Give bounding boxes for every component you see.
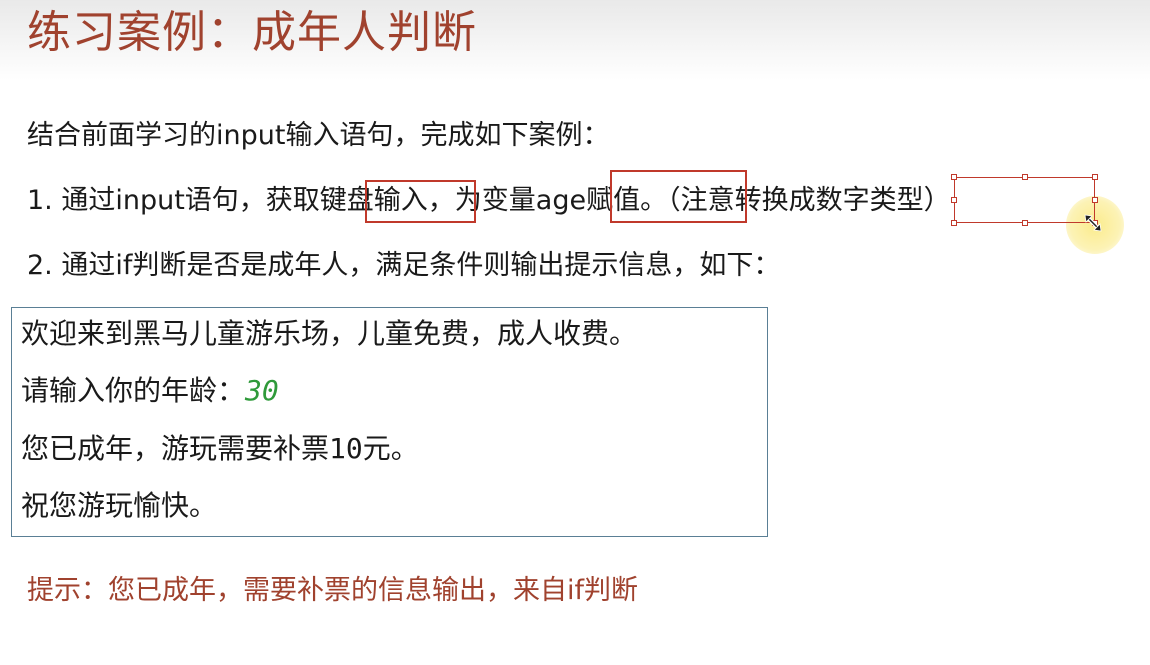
resize-handle-middle-right[interactable] [1092, 197, 1098, 203]
output-welcome-line: 欢迎来到黑马儿童游乐场，儿童免费，成人收费。 [21, 317, 638, 350]
intro-text: 结合前面学习的input输入语句，完成如下案例： [27, 120, 610, 151]
console-output-box: 欢迎来到黑马儿童游乐场，儿童免费，成人收费。 请输入你的年龄：30 您已成年，游… [11, 307, 768, 537]
output-age-prompt-line: 请输入你的年龄：30 [21, 371, 279, 411]
resize-handle-top-right[interactable] [1092, 174, 1098, 180]
slide-title: 练习案例：成年人判断 [27, 7, 477, 58]
step-1-end: ） [923, 185, 951, 216]
resize-handle-top-left[interactable] [951, 174, 957, 180]
age-input-value: 30 [245, 374, 279, 407]
step-1-number-type: 数字类型 [815, 185, 924, 216]
step-1-prefix: 1. 通过input语句，获取 [27, 185, 320, 216]
highlight-box-age-assign [610, 170, 747, 223]
output-farewell-line: 祝您游玩愉快。 [21, 489, 218, 522]
step-2: 2. 通过if判断是否是成年人，满足条件则输出提示信息，如下： [27, 250, 781, 281]
hint-text: 提示：您已成年，需要补票的信息输出，来自if判断 [27, 575, 639, 606]
age-prompt: 请输入你的年龄： [21, 374, 246, 407]
resize-handle-bottom-middle[interactable] [1022, 220, 1028, 226]
adult-message: 您已成年，游玩需要补票 [21, 432, 330, 465]
highlight-box-number-type[interactable] [951, 174, 1098, 226]
resize-cursor-icon [1084, 214, 1102, 232]
highlight-box-keyboard-input [365, 180, 476, 223]
adult-message-suffix: 元。 [362, 432, 419, 465]
resize-handle-bottom-left[interactable] [951, 220, 957, 226]
ticket-amount: 10 [329, 432, 363, 465]
step-1: 1. 通过input语句，获取键盘输入，为变量age赋值。（注意转换成数字类型） [27, 181, 951, 221]
resize-handle-middle-left[interactable] [951, 197, 957, 203]
resize-handle-top-middle[interactable] [1022, 174, 1028, 180]
output-adult-line: 您已成年，游玩需要补票10元。 [21, 429, 419, 469]
